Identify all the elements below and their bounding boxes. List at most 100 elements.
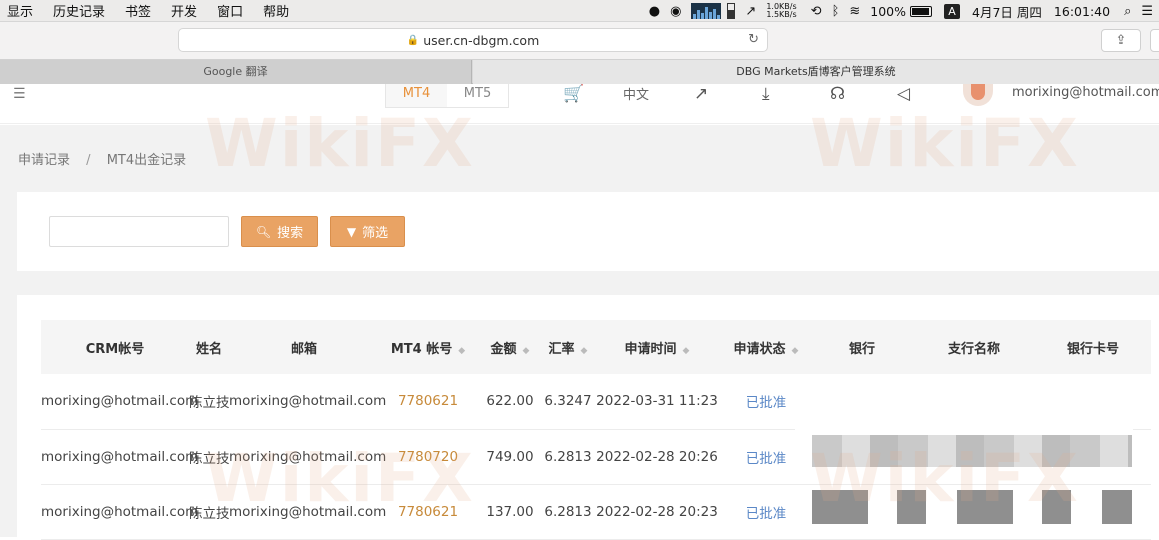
main-content: 申请记录 / MT4出金记录 🔍︎ 搜索 ▼ 筛选 CRM帐号 姓名 邮箱 MT…: [0, 105, 1159, 539]
share-icon: ⇪: [1115, 33, 1127, 48]
col-mt4-account[interactable]: MT4 帐号 ◆: [379, 320, 477, 374]
breadcrumb-item-mt4-withdrawals: MT4出金记录: [106, 153, 187, 168]
cell-amount: 622.00: [486, 393, 534, 410]
cell-mt4-account[interactable]: 7780720: [379, 429, 477, 484]
cell-name: 陈立技: [189, 505, 230, 522]
edit-icon[interactable]: ↗: [694, 84, 708, 104]
menubar-date[interactable]: 4月7日 周四: [972, 2, 1042, 21]
col-status[interactable]: 申请状态 ◆: [721, 320, 811, 374]
col-bank: 银行: [848, 341, 875, 357]
search-button-label: 搜索: [277, 226, 304, 241]
sort-icon[interactable]: ◆: [458, 346, 465, 356]
menu-view[interactable]: 显示: [7, 1, 33, 20]
menu-history[interactable]: 历史记录: [53, 1, 105, 20]
cell-mt4-account[interactable]: 7780621: [379, 484, 477, 539]
battery-icon[interactable]: [910, 5, 933, 17]
search-icon: 🔍︎: [255, 224, 272, 239]
cell-email: morixing@hotmail.com: [229, 393, 387, 410]
battery-percent: 100%: [870, 3, 907, 19]
macos-menu-bar: 显示 历史记录 书签 开发 窗口 帮助 ● ◉ ↗ 1.0KB/s 1.5KB/s…: [0, 0, 1159, 22]
share-button[interactable]: ⇪: [1101, 29, 1141, 52]
withdrawal-table-panel: CRM帐号 姓名 邮箱 MT4 帐号 ◆ 金额 ◆ 汇率 ◆ 申请时间 ◆ 申请状态 ◆ …: [17, 295, 1159, 539]
cell-name: 陈立技: [189, 450, 230, 467]
browser-toolbar: 🔒 user.cn-dbgm.com ↻ ⇪: [0, 22, 1159, 60]
cell-status: 已批准: [745, 505, 787, 522]
col-rate[interactable]: 汇率 ◆: [543, 320, 593, 374]
cell-crm-account: morixing@hotmail.com: [41, 503, 199, 520]
menu-help[interactable]: 帮助: [263, 1, 289, 20]
network-speed: 1.0KB/s 1.5KB/s: [766, 2, 797, 19]
wechat-icon[interactable]: ◉: [670, 4, 681, 19]
shopping-cart-icon[interactable]: 🛒: [563, 84, 584, 104]
cell-apply-time: 2022-03-31 11:23: [596, 393, 718, 410]
input-source-icon[interactable]: A: [944, 3, 961, 19]
cell-rate: 6.3247: [544, 393, 592, 410]
menu-toggle-icon[interactable]: ☰: [13, 86, 26, 102]
cell-email: morixing@hotmail.com: [229, 448, 387, 465]
filter-panel: 🔍︎ 搜索 ▼ 筛选: [17, 192, 1159, 271]
cell-amount: 137.00: [486, 503, 534, 520]
platform-mt5-button[interactable]: MT5: [447, 84, 508, 107]
address-url: user.cn-dbgm.com: [423, 32, 540, 48]
spotlight-search-icon[interactable]: ⌕: [1124, 4, 1131, 19]
cell-email: morixing@hotmail.com: [229, 503, 387, 520]
col-branch: 支行名称: [947, 341, 1000, 357]
col-name: 姓名: [195, 341, 222, 357]
cell-apply-time: 2022-02-28 20:23: [596, 503, 718, 520]
fullscreen-icon[interactable]: ↗: [745, 4, 756, 19]
menu-develop[interactable]: 开发: [171, 1, 197, 20]
time-machine-icon[interactable]: ⟲: [811, 4, 822, 19]
cell-rate: 6.2813: [544, 503, 592, 520]
table-header-row: CRM帐号 姓名 邮箱 MT4 帐号 ◆ 金额 ◆ 汇率 ◆ 申请时间 ◆ 申请状态 ◆ …: [41, 320, 1151, 374]
address-bar[interactable]: 🔒 user.cn-dbgm.com ↻: [178, 28, 768, 52]
platform-mt4-button[interactable]: MT4: [386, 84, 447, 107]
redaction-mosaic: [812, 435, 1132, 467]
col-amount[interactable]: 金额 ◆: [477, 320, 543, 374]
cell-apply-time: 2022-02-28 20:26: [596, 448, 718, 465]
memory-icon[interactable]: [727, 3, 736, 19]
search-input[interactable]: [49, 216, 229, 247]
avatar[interactable]: [963, 84, 993, 106]
cell-crm-account: morixing@hotmail.com: [41, 448, 199, 465]
qq-icon[interactable]: ●: [649, 4, 660, 19]
download-icon[interactable]: ⤓: [762, 84, 770, 104]
cell-status: 已批准: [745, 450, 787, 467]
col-email: 邮箱: [290, 341, 317, 357]
wifi-icon[interactable]: ≋: [849, 4, 860, 19]
headset-icon[interactable]: ☊: [830, 84, 845, 104]
sort-icon[interactable]: ◆: [683, 346, 690, 356]
notification-center-icon[interactable]: ☰: [1141, 4, 1153, 19]
sort-icon[interactable]: ◆: [581, 346, 588, 356]
filter-button[interactable]: ▼ 筛选: [330, 216, 405, 247]
filter-button-label: 筛选: [362, 226, 389, 241]
reload-icon[interactable]: ↻: [748, 32, 759, 47]
menu-bookmarks[interactable]: 书签: [125, 1, 151, 20]
filter-icon: ▼: [346, 224, 357, 239]
cell-name: 陈立技: [189, 395, 230, 412]
col-card-number: 银行卡号: [1066, 341, 1119, 357]
user-email[interactable]: morixing@hotmail.com: [1012, 85, 1159, 100]
tab-dbg-markets[interactable]: DBG Markets盾博客户管理系统: [473, 60, 1159, 84]
cell-rate: 6.2813: [544, 448, 592, 465]
cell-crm-account: morixing@hotmail.com: [41, 393, 199, 410]
browser-tab-bar: Google 翻译 DBG Markets盾博客户管理系统: [0, 60, 1159, 84]
language-switch[interactable]: 中文: [623, 84, 649, 103]
speaker-icon[interactable]: ◁: [897, 84, 910, 104]
platform-switch: MT4 MT5: [385, 84, 509, 108]
tabs-overview-button[interactable]: [1150, 29, 1159, 52]
cell-mt4-account[interactable]: 7780621: [379, 374, 477, 429]
search-button[interactable]: 🔍︎ 搜索: [241, 216, 318, 247]
sort-icon[interactable]: ◆: [523, 346, 530, 356]
breadcrumb-item-records[interactable]: 申请记录: [18, 153, 70, 168]
redaction-mosaic: [812, 490, 1132, 524]
sort-icon[interactable]: ◆: [792, 346, 799, 356]
col-apply-time[interactable]: 申请时间 ◆: [593, 320, 721, 374]
tab-google-translate[interactable]: Google 翻译: [0, 60, 472, 84]
breadcrumb: 申请记录 / MT4出金记录: [18, 153, 187, 168]
app-header: ☰ MT4 MT5 🛒 中文 ↗ ⤓ ☊ ◁ morixing@hotmail.…: [0, 84, 1159, 124]
bluetooth-icon[interactable]: ᛒ: [832, 4, 840, 19]
cpu-graph-icon[interactable]: [691, 3, 722, 19]
menubar-time[interactable]: 16:01:40: [1054, 4, 1110, 19]
redaction-mosaic: [795, 380, 1133, 435]
menu-window[interactable]: 窗口: [217, 1, 243, 20]
